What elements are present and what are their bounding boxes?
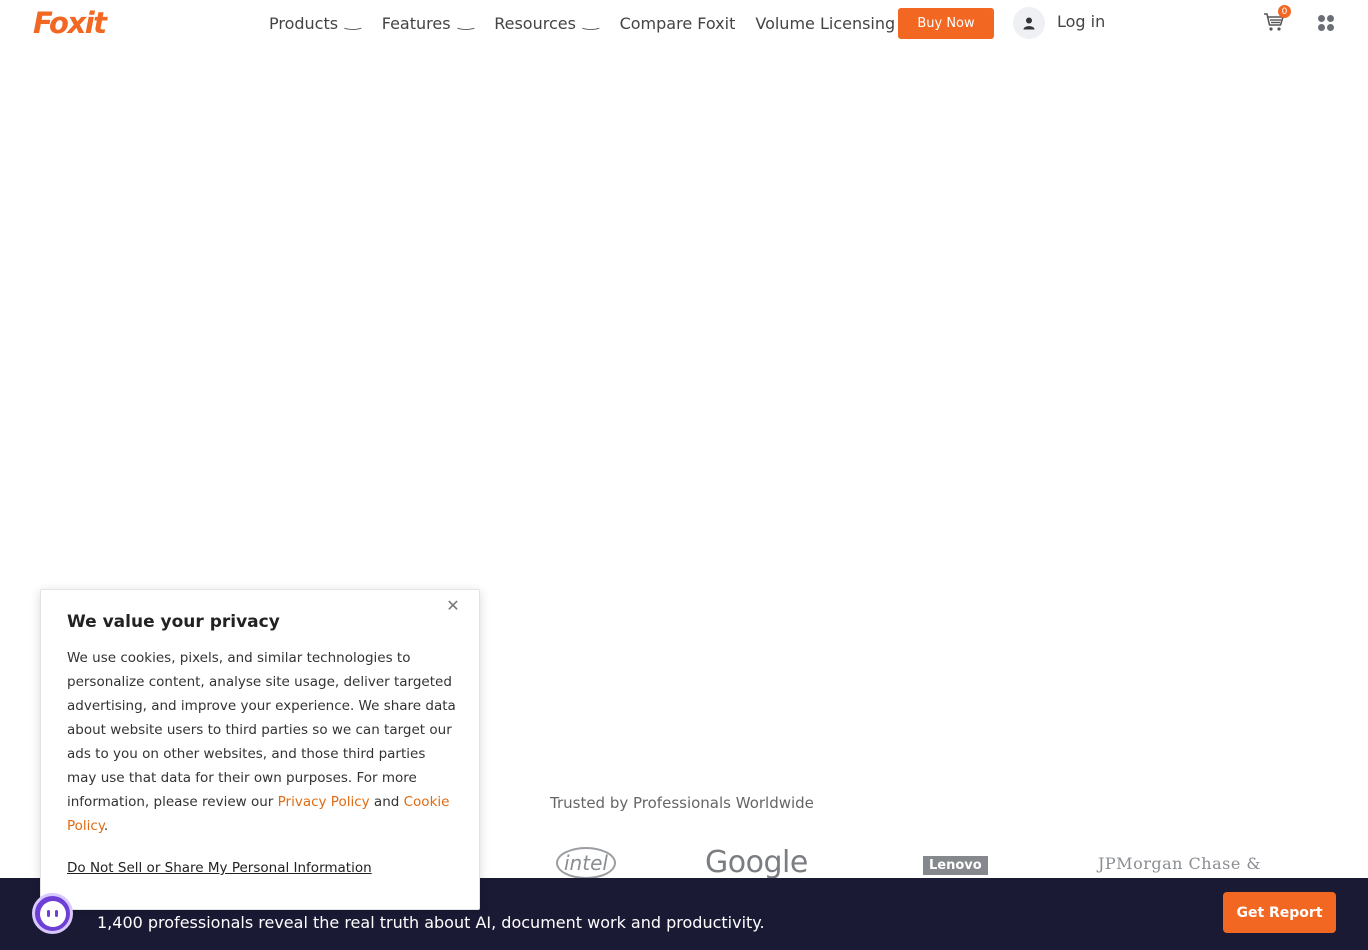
google-logo: Google xyxy=(705,845,808,880)
nav-features-label: Features xyxy=(381,13,451,33)
user-icon xyxy=(1023,17,1035,29)
intel-logo: intel xyxy=(556,847,616,879)
nav-resources[interactable]: Resources ‿ xyxy=(494,14,619,33)
chat-widget-button[interactable] xyxy=(32,893,73,934)
nav-volume-licensing[interactable]: Volume Licensing xyxy=(755,14,895,33)
apps-dot xyxy=(1327,15,1334,22)
chevron-down-icon: ‿ xyxy=(457,16,474,30)
jpmorgan-logo: JPMorgan Chase & xyxy=(1098,854,1262,873)
nav-resources-label: Resources xyxy=(494,13,576,33)
nav-products[interactable]: Products ‿ xyxy=(269,14,382,33)
privacy-policy-link[interactable]: Privacy Policy xyxy=(278,794,370,810)
apps-grid-icon[interactable] xyxy=(1318,15,1334,31)
apps-dot xyxy=(1318,15,1325,22)
chevron-down-icon: ‿ xyxy=(583,16,599,30)
privacy-title: We value your privacy xyxy=(67,612,280,632)
get-report-button[interactable]: Get Report xyxy=(1223,892,1336,933)
login-link[interactable]: Log in xyxy=(1057,12,1105,31)
close-icon[interactable]: ✕ xyxy=(445,598,461,614)
user-avatar[interactable] xyxy=(1013,7,1045,39)
apps-dot xyxy=(1327,24,1334,31)
nav-products-label: Products xyxy=(269,13,339,33)
banner-text: 1,400 professionals reveal the real trut… xyxy=(97,913,765,932)
apps-dot xyxy=(1318,24,1325,31)
privacy-body-text: We use cookies, pixels, and similar tech… xyxy=(67,650,456,810)
cart-count-badge: 0 xyxy=(1278,5,1291,18)
chat-eye xyxy=(47,910,50,917)
nav-features[interactable]: Features ‿ xyxy=(382,14,494,33)
lenovo-logo: Lenovo xyxy=(923,856,988,875)
chevron-down-icon: ‿ xyxy=(345,16,361,30)
site-header: Foxit Products ‿ Features ‿ Resources ‿ … xyxy=(0,0,1368,46)
do-not-sell-link[interactable]: Do Not Sell or Share My Personal Informa… xyxy=(67,860,372,876)
privacy-period: . xyxy=(103,818,109,834)
foxit-logo[interactable]: Foxit xyxy=(33,6,107,40)
trusted-heading: Trusted by Professionals Worldwide xyxy=(550,794,814,812)
privacy-and-text: and xyxy=(369,794,404,810)
chat-eye xyxy=(55,910,58,917)
buy-now-button[interactable]: Buy Now xyxy=(898,8,994,39)
privacy-body: We use cookies, pixels, and similar tech… xyxy=(67,646,459,838)
chat-icon xyxy=(39,900,66,927)
main-nav: Products ‿ Features ‿ Resources ‿ Compar… xyxy=(269,0,915,46)
privacy-dialog: ✕ We value your privacy We use cookies, … xyxy=(40,589,480,910)
nav-compare-foxit[interactable]: Compare Foxit xyxy=(620,14,736,33)
logo-text: Foxit xyxy=(33,6,107,40)
